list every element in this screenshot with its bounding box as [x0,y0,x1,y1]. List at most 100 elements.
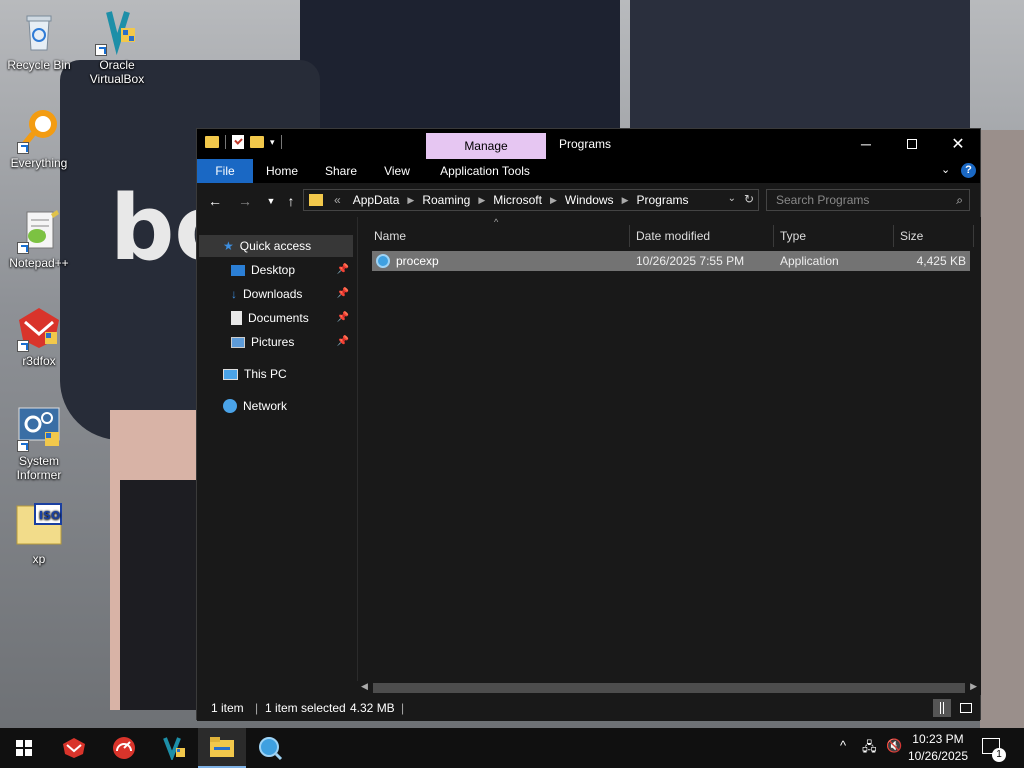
chevron-right-icon[interactable]: ▶ [620,190,631,210]
virtualbox-icon [163,737,185,760]
horizontal-scrollbar[interactable]: ◀ ▶ [357,681,981,695]
breadcrumb-windows[interactable]: Windows [559,190,620,210]
clock-date: 10/26/2025 [907,749,968,763]
column-header-name[interactable]: Name [368,225,630,247]
scroll-right-icon[interactable]: ▶ [970,681,977,692]
nav-label: Quick access [239,239,312,253]
desktop-icon-virtualbox[interactable]: Oracle VirtualBox [78,8,156,86]
breadcrumb-overflow[interactable]: « [328,190,347,210]
desktop-icon-xp-iso[interactable]: ISO xp [0,502,78,566]
recent-locations-button[interactable]: ▼ [261,191,281,211]
separator: | [255,701,259,715]
separator [225,135,226,149]
folder-icon [309,194,323,206]
nav-desktop[interactable]: Desktop 📌 [199,259,353,281]
breadcrumb-appdata[interactable]: AppData [347,190,406,210]
properties-icon[interactable] [232,135,244,149]
recycle-bin-icon [15,8,63,56]
desktop-icon-everything[interactable]: Everything [0,106,78,170]
close-button[interactable]: ✕ [935,129,981,159]
help-icon[interactable]: ? [961,163,976,178]
pin-icon[interactable]: 📌 [337,331,349,353]
pin-icon[interactable]: 📌 [337,307,349,329]
expand-ribbon-icon[interactable]: ⌄ [941,163,950,176]
nav-quick-access[interactable]: ★ Quick access [199,235,353,257]
new-folder-icon[interactable] [250,136,264,148]
speedometer-icon [113,737,135,759]
nav-pictures[interactable]: Pictures 📌 [199,331,353,353]
tab-home[interactable]: Home [259,159,305,183]
refresh-icon[interactable]: ↻ [744,192,754,206]
customize-toolbar-icon[interactable]: ▾ [270,137,275,148]
pin-icon[interactable]: 📌 [337,283,349,305]
everything-search-icon [15,106,63,154]
show-hidden-icons-icon[interactable]: ^ [840,738,846,753]
table-row[interactable]: procexp 10/26/2025 7:55 PM Application 4… [372,251,970,271]
manage-tab[interactable]: Manage [426,133,546,160]
taskbar-speedometer-app[interactable] [100,728,148,768]
arrow-left-icon: ← [208,193,222,209]
scrollbar-thumb[interactable] [373,683,965,693]
nav-downloads[interactable]: ↓ Downloads 📌 [199,283,353,305]
address-input[interactable]: « AppData ▶ Roaming ▶ Microsoft ▶ Window… [303,189,759,211]
nav-network[interactable]: Network [199,395,353,417]
nav-label: Pictures [251,335,295,349]
taskbar-file-explorer[interactable] [198,728,246,768]
start-button[interactable] [0,728,48,768]
details-view-icon [940,702,944,714]
nav-documents[interactable]: Documents 📌 [199,307,353,329]
breadcrumb-roaming[interactable]: Roaming [416,190,476,210]
iso-folder-icon: ISO [15,502,63,550]
back-button[interactable]: ← [205,191,225,211]
tab-share[interactable]: Share [319,159,363,183]
close-icon: ✕ [951,136,965,153]
tab-view[interactable]: View [377,159,417,183]
tab-file[interactable]: File [197,159,253,183]
forward-button[interactable]: → [235,191,255,211]
column-header-date-modified[interactable]: Date modified [630,225,774,247]
file-list[interactable]: ^ Name Date modified Type Size procexp 1… [357,217,981,683]
pictures-icon [231,336,245,348]
arrow-right-icon: → [238,193,252,209]
taskbar-virtualbox[interactable] [150,728,198,768]
file-size: 4,425 KB [916,254,966,268]
file-explorer-window[interactable]: ▾ Manage Programs ─ ✕ File Home Share Vi… [196,128,981,721]
r3dfox-icon [15,304,63,352]
pin-icon[interactable]: 📌 [337,259,349,281]
column-header-type[interactable]: Type [774,225,894,247]
status-bar: 1 item | 1 item selected 4.32 MB | [197,695,980,721]
desktop-icon-recycle-bin[interactable]: Recycle Bin [0,8,78,72]
folder-icon [205,136,219,148]
desktop-icon-notepadpp[interactable]: Notepad++ [0,206,78,270]
window-title: Programs [559,137,612,151]
address-bar-row: ← → ▼ ↑ « AppData ▶ Roaming ▶ Microsoft … [197,183,980,217]
nav-this-pc[interactable]: This PC [199,363,353,385]
search-input[interactable]: Search Programs ⌕ [766,189,970,211]
address-history-icon[interactable]: ⌄ [728,193,736,204]
desktop-icon-r3dfox[interactable]: r3dfox [0,304,78,368]
star-icon: ★ [223,239,234,253]
scroll-left-icon[interactable]: ◀ [361,681,368,692]
download-icon: ↓ [231,287,237,301]
desktop-icon-system-informer[interactable]: System Informer [0,404,78,482]
large-icons-view-button[interactable] [957,699,975,717]
chevron-right-icon[interactable]: ▶ [405,190,416,210]
chevron-down-icon: ▼ [266,196,276,206]
minimize-button[interactable]: ─ [843,129,889,159]
quick-access-toolbar: ▾ [205,135,282,149]
chevron-right-icon[interactable]: ▶ [548,190,559,210]
taskbar-process-explorer[interactable] [246,728,294,768]
maximize-button[interactable] [889,129,935,159]
column-header-size[interactable]: Size [894,225,974,247]
title-bar[interactable]: ▾ Manage Programs ─ ✕ [197,129,981,160]
clock[interactable]: 10:23 PM 10/26/2025 [908,731,968,765]
tab-application-tools[interactable]: Application Tools [429,159,541,183]
up-button[interactable]: ↑ [281,191,301,211]
network-status-icon[interactable]: 🖧 [862,738,877,760]
details-view-button[interactable] [933,699,951,717]
chevron-right-icon[interactable]: ▶ [476,190,487,210]
breadcrumb-programs[interactable]: Programs [630,190,694,210]
volume-muted-icon[interactable]: 🔇 [886,738,902,754]
breadcrumb-microsoft[interactable]: Microsoft [487,190,548,210]
taskbar-r3dfox[interactable] [50,728,98,768]
